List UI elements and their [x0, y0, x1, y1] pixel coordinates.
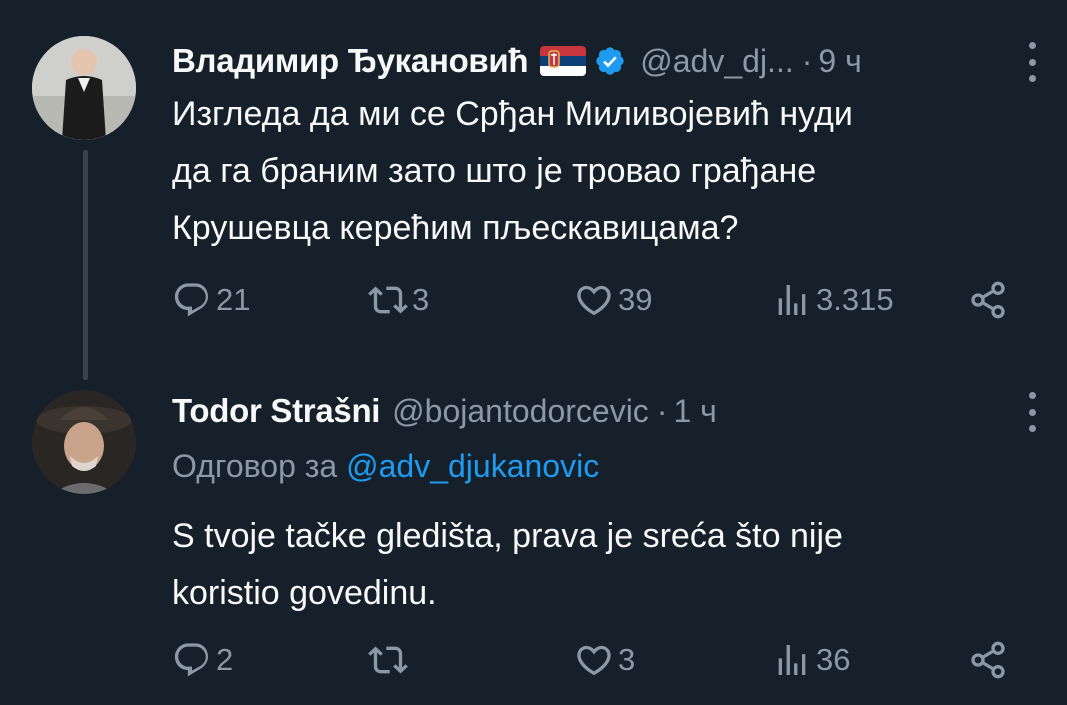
share-button[interactable] — [968, 280, 1012, 320]
reply-context: Одговор за @adv_djukanovic — [172, 448, 599, 485]
reply-button[interactable]: 21 — [172, 280, 250, 320]
author-name[interactable]: Владимир Ђукановић — [172, 42, 529, 80]
reply-icon — [174, 643, 209, 677]
retweet-icon — [368, 646, 408, 674]
like-button[interactable]: 3 — [574, 640, 635, 680]
timestamp[interactable]: 9 ч — [818, 43, 861, 80]
more-options-icon[interactable] — [1027, 42, 1037, 82]
more-options-icon[interactable] — [1027, 392, 1037, 432]
verified-badge-icon — [594, 45, 626, 77]
thread-line — [83, 150, 88, 380]
tweet-actions: 21 3 39 3.315 — [172, 280, 1012, 330]
tweet-text-line: Изгледа да ми се Срђан Миливојевић нуди — [172, 95, 853, 133]
like-count: 39 — [618, 282, 653, 317]
avatar[interactable] — [32, 36, 136, 140]
tweet-text-line: Крушевца керећим пљескавицама? — [172, 209, 739, 247]
separator-dot: · — [656, 392, 668, 429]
views-icon — [778, 645, 806, 675]
author-handle[interactable]: @bojantodorcevic — [392, 393, 649, 430]
author-name[interactable]: Todor Strašni — [172, 392, 380, 430]
views-icon — [778, 285, 806, 315]
tweet-actions: 2 3 36 — [172, 640, 1012, 690]
timestamp[interactable]: 1 ч — [673, 393, 716, 430]
serbia-flag-icon — [540, 46, 587, 76]
like-button[interactable]: 39 — [574, 280, 652, 320]
reply-to-handle-link[interactable]: @adv_djukanovic — [346, 448, 599, 484]
share-icon — [971, 641, 1005, 679]
tweet-header: Todor Strašni @bojantodorcevic · 1 ч — [172, 386, 717, 436]
author-handle[interactable]: @adv_dj... — [640, 43, 793, 80]
share-button[interactable] — [968, 640, 1012, 680]
tweet-text: Изгледа да ми се Срђан Миливојевић нуди … — [172, 86, 1032, 257]
reply-icon — [174, 283, 209, 317]
reply-button[interactable]: 2 — [172, 640, 233, 680]
reply-to-label: Одговор за — [172, 448, 338, 484]
tweet-text-line: S tvoje tačke gledišta, prava je sreća š… — [172, 517, 843, 555]
heart-icon — [577, 285, 611, 316]
tweet-header: Владимир Ђукановић @adv_dj... · 9 ч — [172, 36, 862, 86]
tweet-text-line: koristio govedinu. — [172, 574, 437, 612]
tweet-text-line: да га браним зато што је тровао грађане — [172, 152, 817, 190]
separator-dot: · — [801, 42, 813, 79]
views-count: 3.315 — [816, 282, 894, 317]
views-count: 36 — [816, 642, 851, 677]
retweet-button[interactable]: 3 — [368, 280, 429, 320]
avatar[interactable] — [32, 390, 136, 494]
tweet-text: S tvoje tačke gledišta, prava je sreća š… — [172, 508, 1032, 622]
share-icon — [971, 281, 1005, 319]
tweet-1[interactable]: Владимир Ђукановић @adv_dj... · 9 ч Изгл… — [0, 0, 1067, 385]
heart-icon — [577, 645, 611, 676]
views-button[interactable]: 36 — [772, 640, 850, 680]
retweet-count: 3 — [412, 282, 430, 317]
retweet-icon — [368, 286, 408, 314]
views-button[interactable]: 3.315 — [772, 280, 894, 320]
reply-count: 2 — [216, 642, 234, 677]
reply-count: 21 — [216, 282, 251, 317]
retweet-button[interactable] — [368, 640, 412, 680]
like-count: 3 — [618, 642, 636, 677]
